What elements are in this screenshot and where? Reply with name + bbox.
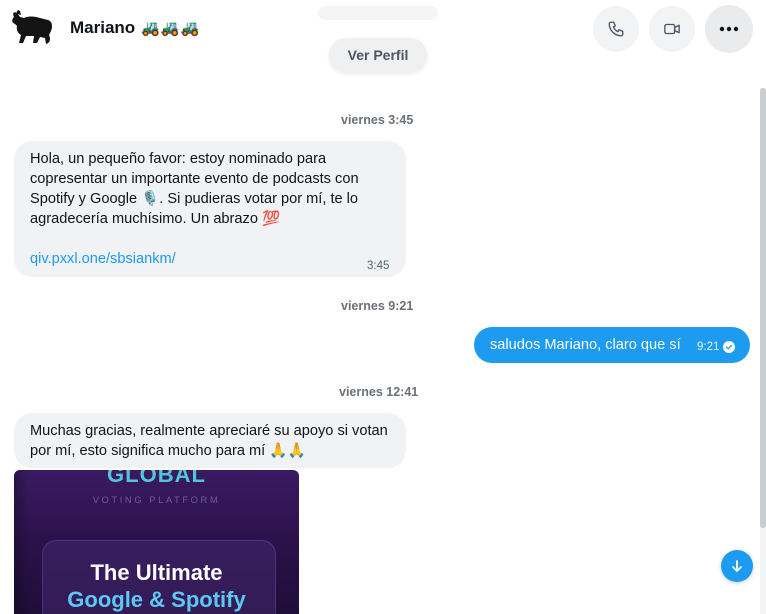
contact-name-row[interactable]: Mariano 🚜🚜🚜 bbox=[70, 18, 200, 38]
phone-icon bbox=[608, 21, 624, 37]
more-options-button[interactable] bbox=[705, 5, 753, 53]
message-text: Muchas gracias, realmente apreciaré su a… bbox=[30, 423, 392, 459]
message-link[interactable]: qiv.pxxl.one/sbsiankm/ bbox=[30, 249, 176, 269]
message-text: Hola, un pequeño favor: estoy nominado p… bbox=[30, 151, 363, 227]
arrow-down-icon bbox=[732, 560, 742, 572]
day-timestamp: viernes 3:45 bbox=[341, 113, 414, 127]
check-circle-icon bbox=[723, 341, 735, 353]
faded-header-text bbox=[318, 6, 438, 20]
message-text: saludos Mariano, claro que sí bbox=[490, 337, 681, 353]
view-profile-button[interactable]: Ver Perfil bbox=[329, 38, 427, 72]
incoming-message[interactable]: Muchas gracias, realmente apreciaré su a… bbox=[14, 413, 406, 468]
outgoing-message[interactable]: saludos Mariano, claro que sí 9:21 bbox=[474, 327, 750, 363]
call-button[interactable] bbox=[593, 6, 639, 52]
image-title-line2: Google & Spotify bbox=[67, 587, 246, 612]
more-horizontal-icon bbox=[719, 26, 739, 32]
bull-icon bbox=[12, 10, 52, 45]
image-title-line1: The Ultimate bbox=[90, 560, 223, 585]
image-subheading: VOTING PLATFORM bbox=[92, 495, 221, 506]
message-time: 3:45 bbox=[367, 260, 390, 272]
contact-name-emoji: 🚜🚜🚜 bbox=[141, 20, 201, 37]
scroll-to-bottom-button[interactable] bbox=[721, 550, 753, 582]
day-timestamp: viernes 9:21 bbox=[341, 299, 414, 313]
contact-name: Mariano bbox=[70, 18, 136, 37]
day-timestamp: viernes 12:41 bbox=[339, 385, 419, 399]
video-camera-icon bbox=[664, 23, 680, 35]
message-image[interactable]: GLOBAL VOTING PLATFORM The Ultimate Goog… bbox=[14, 470, 299, 614]
incoming-message[interactable]: Hola, un pequeño favor: estoy nominado p… bbox=[14, 141, 406, 277]
avatar[interactable] bbox=[8, 6, 56, 50]
message-time: 9:21 bbox=[697, 341, 720, 353]
image-heading: GLOBAL bbox=[107, 470, 206, 487]
video-call-button[interactable] bbox=[649, 6, 695, 52]
scrollbar-thumb[interactable] bbox=[760, 88, 766, 528]
